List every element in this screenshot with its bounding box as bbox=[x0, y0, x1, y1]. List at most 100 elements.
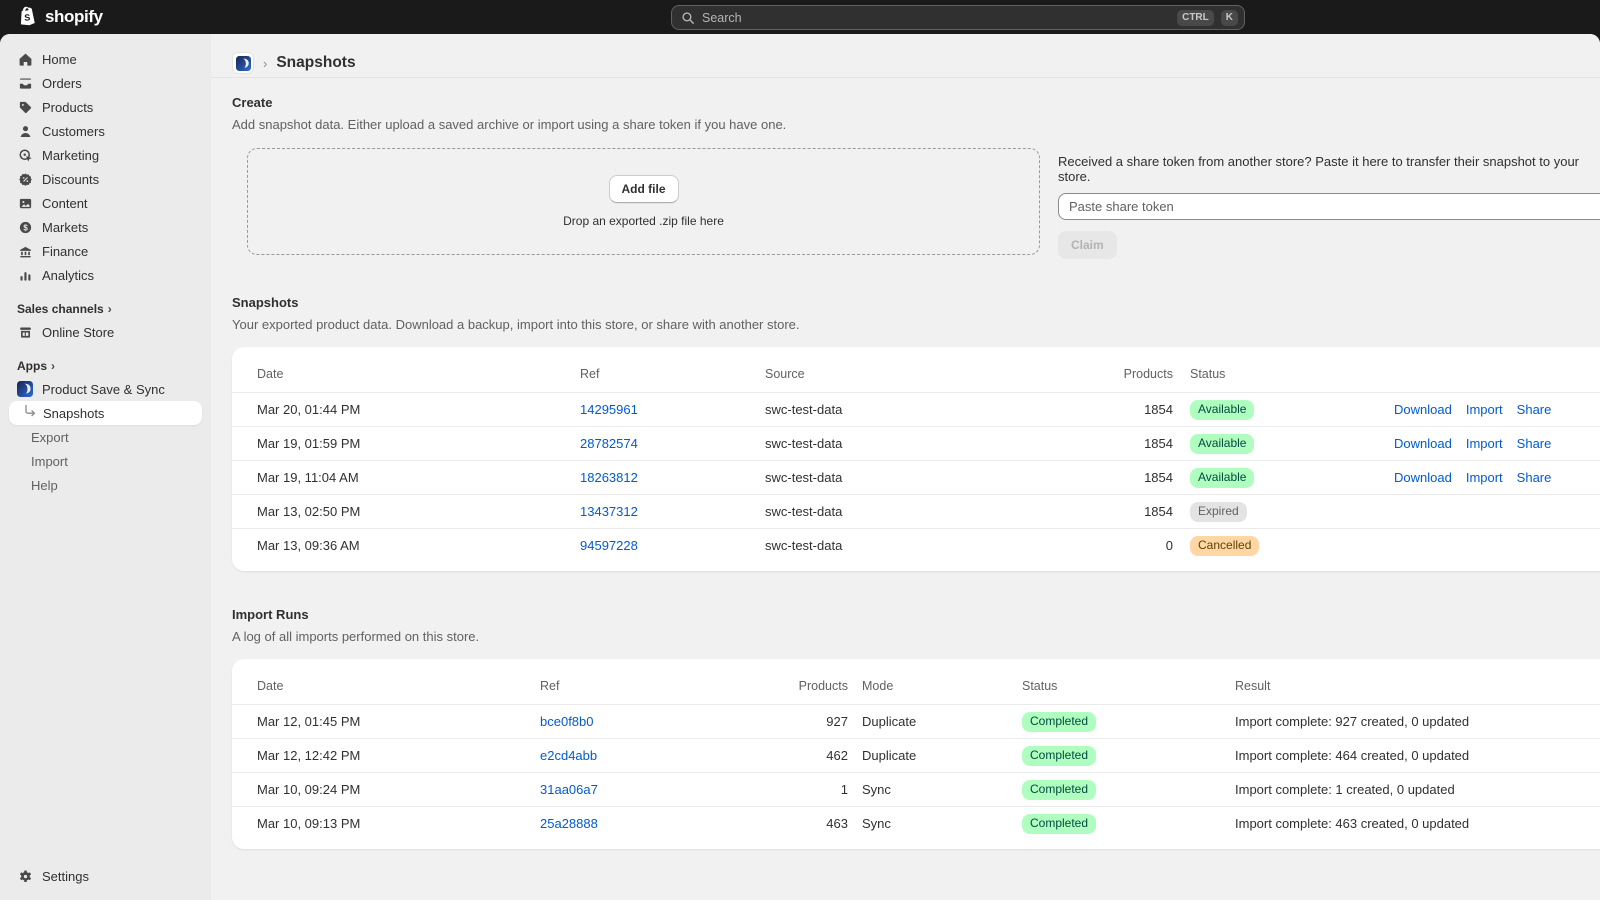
download-link[interactable]: Download bbox=[1394, 436, 1452, 451]
sidebar-item-label: Snapshots bbox=[43, 406, 104, 421]
snapshot-ref-link[interactable]: 94597228 bbox=[580, 538, 638, 553]
app-logo-icon[interactable] bbox=[232, 52, 254, 74]
sales-channels-header[interactable]: Sales channels › bbox=[9, 298, 202, 320]
snapshots-heading: Snapshots bbox=[232, 295, 1600, 310]
sidebar-item-product-save-sync[interactable]: Product Save & Sync bbox=[9, 377, 202, 401]
share-token-input[interactable] bbox=[1058, 193, 1600, 220]
add-file-button[interactable]: Add file bbox=[609, 175, 679, 203]
status-badge: Available bbox=[1190, 468, 1254, 488]
sidebar-item-label: Online Store bbox=[42, 325, 114, 340]
column-header-date: Date bbox=[257, 679, 540, 693]
import-link[interactable]: Import bbox=[1466, 470, 1503, 485]
sidebar-item-label: Finance bbox=[42, 244, 88, 259]
import-link[interactable]: Import bbox=[1466, 402, 1503, 417]
sidebar-item-home[interactable]: Home bbox=[9, 47, 202, 71]
share-link[interactable]: Share bbox=[1517, 470, 1552, 485]
sidebar-item-label: Help bbox=[31, 478, 58, 493]
sidebar: Home Orders Products Customers Marketing… bbox=[0, 34, 211, 900]
import-ref-cell: e2cd4abb bbox=[540, 748, 740, 763]
import-mode: Duplicate bbox=[848, 714, 1022, 729]
finance-bank-icon bbox=[17, 243, 33, 259]
import-runs-subtitle: A log of all imports performed on this s… bbox=[232, 629, 1600, 644]
column-header-date: Date bbox=[257, 367, 580, 381]
shopify-logo: S shopify bbox=[16, 5, 103, 29]
snapshot-source: swc-test-data bbox=[765, 436, 988, 451]
column-header-products: Products bbox=[988, 367, 1173, 381]
sidebar-item-orders[interactable]: Orders bbox=[9, 71, 202, 95]
analytics-bars-icon bbox=[17, 267, 33, 283]
sidebar-item-discounts[interactable]: Discounts bbox=[9, 167, 202, 191]
sidebar-item-import[interactable]: Import bbox=[9, 449, 202, 473]
apps-header[interactable]: Apps › bbox=[9, 355, 202, 377]
sidebar-item-label: Content bbox=[42, 196, 88, 211]
create-section: Create Add snapshot data. Either upload … bbox=[232, 95, 1600, 259]
status-badge: Available bbox=[1190, 400, 1254, 420]
page-title: Snapshots bbox=[276, 54, 355, 72]
snapshot-ref-link[interactable]: 28782574 bbox=[580, 436, 638, 451]
snapshot-status-cell: Available bbox=[1173, 400, 1380, 420]
sidebar-item-analytics[interactable]: Analytics bbox=[9, 263, 202, 287]
import-status-cell: Completed bbox=[1022, 712, 1235, 732]
snapshot-products-count: 0 bbox=[988, 538, 1173, 553]
sidebar-item-customers[interactable]: Customers bbox=[9, 119, 202, 143]
chevron-right-icon: › bbox=[108, 302, 112, 316]
import-ref-link[interactable]: bce0f8b0 bbox=[540, 714, 594, 729]
shopify-bag-icon: S bbox=[16, 5, 38, 29]
snapshots-section: Snapshots Your exported product data. Do… bbox=[232, 295, 1600, 571]
kbd-k: K bbox=[1221, 10, 1238, 26]
share-link[interactable]: Share bbox=[1517, 402, 1552, 417]
sidebar-item-finance[interactable]: Finance bbox=[9, 239, 202, 263]
import-result: Import complete: 1 created, 0 updated bbox=[1235, 782, 1595, 797]
snapshot-date: Mar 13, 02:50 PM bbox=[257, 504, 580, 519]
import-runs-table-body: Mar 12, 01:45 PMbce0f8b0927DuplicateComp… bbox=[232, 704, 1600, 840]
share-link[interactable]: Share bbox=[1517, 436, 1552, 451]
import-mode: Sync bbox=[848, 782, 1022, 797]
sidebar-item-content[interactable]: Content bbox=[9, 191, 202, 215]
search-input[interactable] bbox=[702, 11, 1170, 25]
download-link[interactable]: Download bbox=[1394, 470, 1452, 485]
snapshot-source: swc-test-data bbox=[765, 402, 988, 417]
import-result: Import complete: 464 created, 0 updated bbox=[1235, 748, 1595, 763]
import-ref-link[interactable]: 25a28888 bbox=[540, 816, 598, 831]
sidebar-item-label: Settings bbox=[42, 869, 89, 884]
claim-button[interactable]: Claim bbox=[1058, 231, 1117, 259]
import-date: Mar 10, 09:13 PM bbox=[257, 816, 540, 831]
table-row: Mar 20, 01:44 PM14295961swc-test-data185… bbox=[232, 392, 1600, 426]
import-runs-table-header: Date Ref Products Mode Status Result bbox=[232, 659, 1600, 704]
snapshot-ref-cell: 14295961 bbox=[580, 402, 765, 417]
snapshot-source: swc-test-data bbox=[765, 470, 988, 485]
sidebar-item-export[interactable]: Export bbox=[9, 425, 202, 449]
import-link[interactable]: Import bbox=[1466, 436, 1503, 451]
sidebar-item-label: Import bbox=[31, 454, 68, 469]
global-search[interactable]: CTRL K bbox=[671, 5, 1245, 30]
brand-wordmark: shopify bbox=[45, 7, 103, 27]
import-ref-link[interactable]: e2cd4abb bbox=[540, 748, 597, 763]
sidebar-item-online-store[interactable]: Online Store bbox=[9, 320, 202, 344]
snapshot-ref-cell: 94597228 bbox=[580, 538, 765, 553]
table-row: Mar 12, 12:42 PMe2cd4abb462DuplicateComp… bbox=[232, 738, 1600, 772]
import-result: Import complete: 463 created, 0 updated bbox=[1235, 816, 1595, 831]
status-badge: Available bbox=[1190, 434, 1254, 454]
sidebar-item-help[interactable]: Help bbox=[9, 473, 202, 497]
table-row: Mar 10, 09:13 PM25a28888463SyncCompleted… bbox=[232, 806, 1600, 840]
sidebar-item-products[interactable]: Products bbox=[9, 95, 202, 119]
snapshot-ref-link[interactable]: 13437312 bbox=[580, 504, 638, 519]
snapshot-status-cell: Available bbox=[1173, 434, 1380, 454]
import-status-cell: Completed bbox=[1022, 814, 1235, 834]
snapshot-products-count: 1854 bbox=[988, 504, 1173, 519]
sidebar-item-snapshots[interactable]: Snapshots bbox=[9, 401, 202, 425]
column-header-ref: Ref bbox=[540, 679, 740, 693]
svg-text:$: $ bbox=[23, 223, 28, 232]
snapshot-ref-link[interactable]: 14295961 bbox=[580, 402, 638, 417]
file-dropzone[interactable]: Add file Drop an exported .zip file here bbox=[247, 148, 1040, 255]
sidebar-item-markets[interactable]: $ Markets bbox=[9, 215, 202, 239]
snapshot-ref-cell: 28782574 bbox=[580, 436, 765, 451]
snapshot-ref-link[interactable]: 18263812 bbox=[580, 470, 638, 485]
sidebar-item-settings[interactable]: Settings bbox=[9, 864, 202, 888]
status-badge: Completed bbox=[1022, 712, 1096, 732]
sidebar-item-marketing[interactable]: Marketing bbox=[9, 143, 202, 167]
download-link[interactable]: Download bbox=[1394, 402, 1452, 417]
import-ref-link[interactable]: 31aa06a7 bbox=[540, 782, 598, 797]
table-row: Mar 10, 09:24 PM31aa06a71SyncCompletedIm… bbox=[232, 772, 1600, 806]
snapshot-source: swc-test-data bbox=[765, 538, 988, 553]
